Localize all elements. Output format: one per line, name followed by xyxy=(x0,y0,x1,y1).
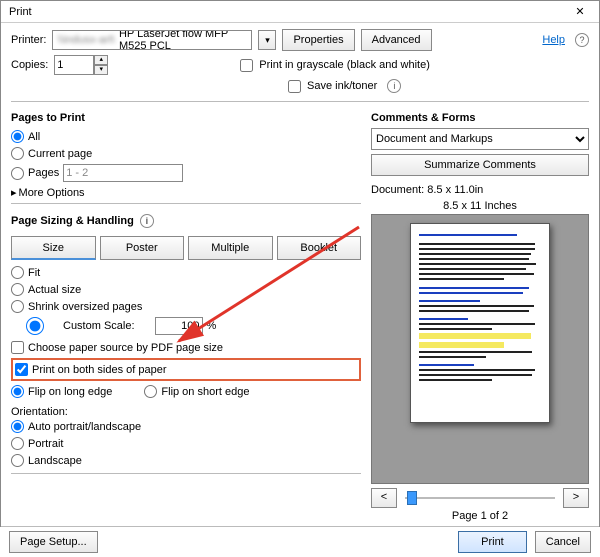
orient-portrait-radio[interactable] xyxy=(11,437,24,450)
help-link[interactable]: Help xyxy=(542,34,565,46)
cancel-button[interactable]: Cancel xyxy=(535,531,591,553)
choose-source-checkbox[interactable] xyxy=(11,341,24,354)
custom-scale-radio[interactable] xyxy=(11,317,59,335)
copies-input[interactable] xyxy=(54,55,94,75)
custom-scale-label: Custom Scale: xyxy=(63,320,135,332)
printer-label: Printer: xyxy=(11,34,46,46)
save-ink-checkbox[interactable] xyxy=(288,80,301,93)
pages-current-radio[interactable] xyxy=(11,147,24,160)
save-ink-label: Save ink/toner xyxy=(307,80,377,92)
copies-label: Copies: xyxy=(11,59,48,71)
grayscale-checkbox[interactable] xyxy=(240,59,253,72)
flip-long-label: Flip on long edge xyxy=(28,386,112,398)
more-options-arrow-icon: ▸ xyxy=(11,186,17,199)
sizing-title: Page Sizing & Handling xyxy=(11,215,134,227)
preview-slider[interactable] xyxy=(401,488,559,508)
printer-name: HP LaserJet flow MFP M525 PCL xyxy=(119,30,248,50)
pages-range-radio[interactable] xyxy=(11,167,24,180)
sizing-info-icon[interactable]: i xyxy=(140,214,154,228)
comments-title: Comments & Forms xyxy=(371,112,476,124)
more-options-label: More Options xyxy=(19,187,85,199)
tab-booklet[interactable]: Booklet xyxy=(277,236,362,260)
window-title: Print xyxy=(5,6,565,18)
both-sides-checkbox[interactable] xyxy=(15,363,28,376)
shrink-label: Shrink oversized pages xyxy=(28,301,142,313)
percent-label: % xyxy=(207,320,217,332)
actual-label: Actual size xyxy=(28,284,81,296)
copies-up-icon[interactable]: ▴ xyxy=(94,55,108,65)
advanced-button[interactable]: Advanced xyxy=(361,29,432,51)
preview-prev-button[interactable]: < xyxy=(371,488,397,508)
copies-down-icon[interactable]: ▾ xyxy=(94,65,108,75)
fit-radio[interactable] xyxy=(11,266,24,279)
printer-path-obscured: \\indusx-art\ xyxy=(57,34,114,46)
flip-short-radio[interactable] xyxy=(144,385,157,398)
pages-all-radio[interactable] xyxy=(11,130,24,143)
more-options-toggle[interactable]: ▸ More Options xyxy=(11,186,361,199)
preview-page xyxy=(410,223,550,423)
choose-source-label: Choose paper source by PDF page size xyxy=(28,342,223,354)
tab-multiple[interactable]: Multiple xyxy=(188,236,273,260)
page-count-label: Page 1 of 2 xyxy=(371,510,589,522)
orient-landscape-label: Landscape xyxy=(28,455,82,467)
shrink-radio[interactable] xyxy=(11,300,24,313)
printer-dropdown-button[interactable]: ▾ xyxy=(258,30,276,50)
orientation-title: Orientation: xyxy=(11,406,361,418)
flip-short-label: Flip on short edge xyxy=(161,386,249,398)
preview-box xyxy=(371,214,589,484)
orient-auto-label: Auto portrait/landscape xyxy=(28,421,141,433)
close-icon[interactable]: ✕ xyxy=(565,5,595,18)
pages-range-label: Pages xyxy=(28,167,59,179)
orient-landscape-radio[interactable] xyxy=(11,454,24,467)
page-setup-button[interactable]: Page Setup... xyxy=(9,531,98,553)
orient-portrait-label: Portrait xyxy=(28,438,63,450)
custom-scale-input[interactable] xyxy=(155,317,203,335)
grayscale-label: Print in grayscale (black and white) xyxy=(259,59,430,71)
pages-current-label: Current page xyxy=(28,148,92,160)
slider-thumb[interactable] xyxy=(407,491,417,505)
preview-next-button[interactable]: > xyxy=(563,488,589,508)
help-icon[interactable]: ? xyxy=(575,33,589,47)
printer-select-display[interactable]: \\indusx-art\ HP LaserJet flow MFP M525 … xyxy=(52,30,252,50)
annotation-highlight-box: Print on both sides of paper xyxy=(11,358,361,381)
comments-select[interactable]: Document and Markups xyxy=(371,128,589,150)
tab-size[interactable]: Size xyxy=(11,236,96,260)
flip-long-radio[interactable] xyxy=(11,385,24,398)
document-size-label: Document: 8.5 x 11.0in xyxy=(371,184,589,196)
properties-button[interactable]: Properties xyxy=(282,29,354,51)
pages-to-print-title: Pages to Print xyxy=(11,112,85,124)
summarize-button[interactable]: Summarize Comments xyxy=(371,154,589,176)
both-sides-label: Print on both sides of paper xyxy=(32,364,167,376)
print-button[interactable]: Print xyxy=(458,531,527,553)
actual-radio[interactable] xyxy=(11,283,24,296)
tab-poster[interactable]: Poster xyxy=(100,236,185,260)
orient-auto-radio[interactable] xyxy=(11,420,24,433)
pages-range-input[interactable] xyxy=(63,164,183,182)
fit-label: Fit xyxy=(28,267,40,279)
pages-all-label: All xyxy=(28,131,40,143)
save-ink-info-icon[interactable]: i xyxy=(387,79,401,93)
preview-inches-label: 8.5 x 11 Inches xyxy=(371,200,589,212)
